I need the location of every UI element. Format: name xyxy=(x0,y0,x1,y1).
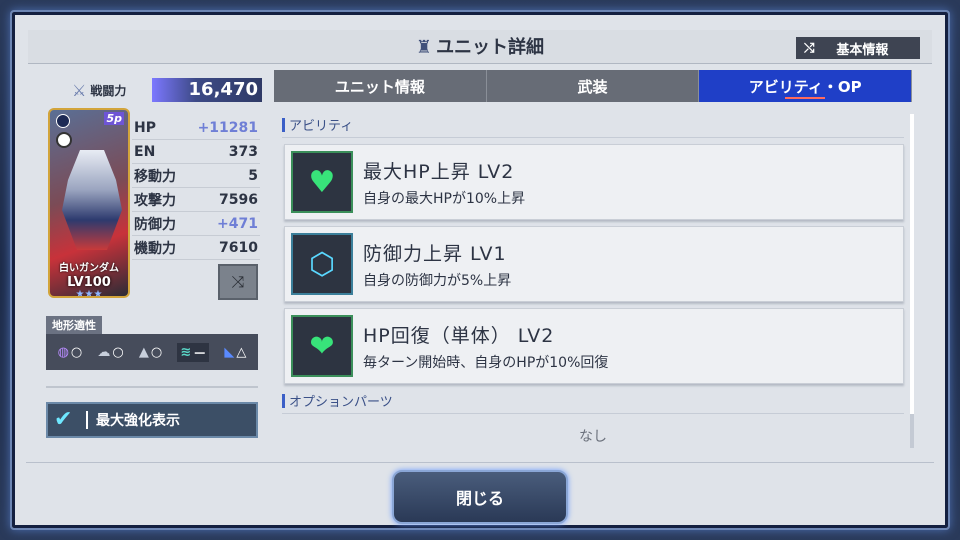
basic-info-button[interactable]: ⤭ 基本情報 xyxy=(796,37,920,59)
ability-item[interactable]: ❤ HP回復（単体） LV2 毎ターン開始時、自身のHPが10%回復 xyxy=(284,308,904,384)
space-icon: ◍ xyxy=(57,344,69,360)
crossed-swords-icon: ⚔ xyxy=(72,80,87,100)
shield-icon: ⬡ xyxy=(291,233,353,295)
ability-panel: アビリティ ♥ 最大HP上昇 LV2 自身の最大HPが10%上昇 ⬡ 防御力上昇 … xyxy=(282,112,904,452)
ground-icon: ▲ xyxy=(138,344,149,360)
tab-bar: ユニット情報 武装 アビリティ・OP xyxy=(274,70,913,102)
terrain-water: ≋ － xyxy=(177,342,210,362)
options-section-header: オプションパーツ xyxy=(282,388,904,414)
tab-unit-info[interactable]: ユニット情報 xyxy=(274,70,487,102)
stat-row: HP +11281 xyxy=(132,116,260,140)
air-icon: ☁ xyxy=(97,344,111,360)
terrain-air: ☁ ○ xyxy=(97,344,124,360)
shield-badge-icon xyxy=(56,114,70,128)
bottom-rule xyxy=(26,462,934,463)
stat-row: 攻撃力 7596 xyxy=(132,188,260,212)
max-enhance-toggle[interactable]: ✔ 最大強化表示 xyxy=(46,402,258,438)
max-enhance-label: 最大強化表示 xyxy=(96,413,180,429)
heart-icon: ♥ xyxy=(291,151,353,213)
scrollbar[interactable] xyxy=(910,114,914,448)
heart-sparkle-icon: ❤ xyxy=(291,315,353,377)
terrain-row: ◍ ○ ☁ ○ ▲ ○ ≋ － ◣ △ xyxy=(46,334,258,370)
ability-item[interactable]: ♥ 最大HP上昇 LV2 自身の最大HPが10%上昇 xyxy=(284,144,904,220)
check-icon: ✔ xyxy=(54,407,73,432)
unit-portrait xyxy=(62,150,122,250)
combat-power-label: 戦闘力 xyxy=(90,83,127,98)
swap-icon: ⤭ xyxy=(804,40,815,56)
unit-icon: ♜ xyxy=(415,37,433,58)
combat-power-value: 16,470 xyxy=(152,78,262,102)
terrain-space: ◍ ○ xyxy=(57,344,83,360)
swap-unit-button[interactable]: ⤨ xyxy=(218,264,258,300)
stat-row: 防御力 +471 xyxy=(132,212,260,236)
divider xyxy=(46,386,258,388)
unit-card[interactable]: 5p 白いガンダム LV100 ★★★ xyxy=(48,108,130,298)
abilities-section-header: アビリティ xyxy=(282,112,904,138)
stats-list: HP +11281 EN 373 移動力 5 攻撃力 7596 防御力 +471 機動力 7… xyxy=(132,116,260,260)
swap-icon: ⤨ xyxy=(231,272,245,291)
tab-abilities[interactable]: アビリティ・OP xyxy=(699,70,913,102)
options-empty-text: なし xyxy=(579,429,607,445)
stat-row: 機動力 7610 xyxy=(132,236,260,260)
unit-level: LV100 xyxy=(67,275,111,290)
unit-name: 白いガンダム xyxy=(59,263,119,274)
terrain-label: 地形適性 xyxy=(46,316,102,334)
stat-row: EN 373 xyxy=(132,140,260,164)
type-badge-icon xyxy=(56,132,72,148)
ability-item[interactable]: ⬡ 防御力上昇 LV1 自身の防御力が5%上昇 xyxy=(284,226,904,302)
close-button[interactable]: 閉じる xyxy=(392,470,568,524)
stat-row: 移動力 5 xyxy=(132,164,260,188)
tab-weapons[interactable]: 武装 xyxy=(487,70,700,102)
scrollbar-thumb[interactable] xyxy=(910,114,914,414)
unit-stars: ★★★ xyxy=(75,289,103,298)
water-icon: ≋ xyxy=(180,344,192,360)
underground-icon: ◣ xyxy=(224,344,235,360)
terrain-underground: ◣ △ xyxy=(224,344,247,360)
terrain-ground: ▲ ○ xyxy=(138,344,163,360)
rank-badge: 5p xyxy=(104,112,124,125)
